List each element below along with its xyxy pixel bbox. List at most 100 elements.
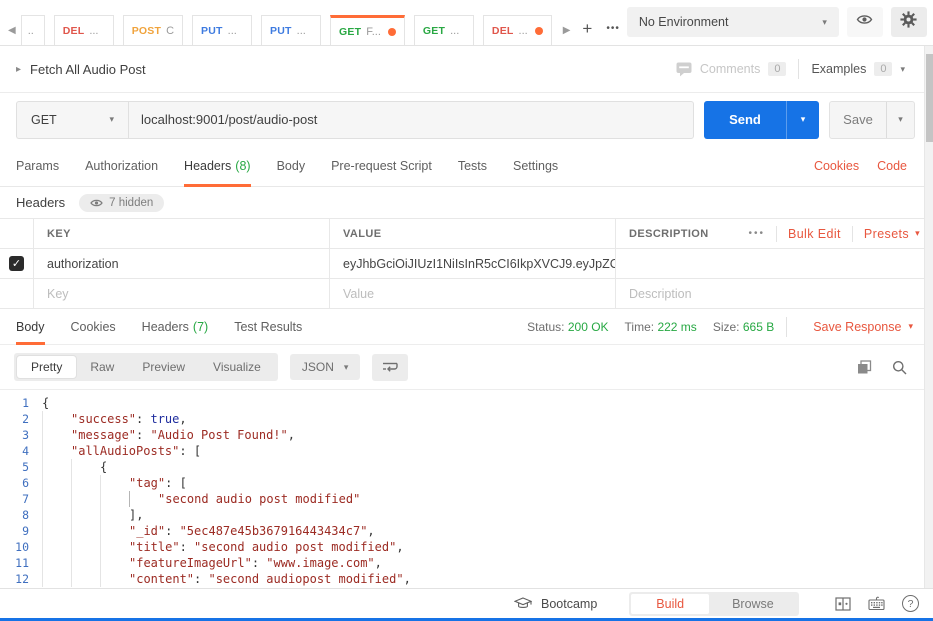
chevron-left-icon[interactable]: ◀ <box>8 25 16 36</box>
tab-pre-request-script[interactable]: Pre-request Script <box>331 146 432 186</box>
bootcamp-label: Bootcamp <box>541 597 597 611</box>
presets-dropdown[interactable]: Presets ▾ <box>864 227 920 241</box>
view-mode-visualize[interactable]: Visualize <box>199 356 275 378</box>
response-tab-test-results[interactable]: Test Results <box>234 309 302 344</box>
bulk-edit-link[interactable]: Bulk Edit <box>788 227 841 241</box>
code-token: { <box>42 395 49 411</box>
code-line: 12"content": "second audiopost modified"… <box>0 571 933 587</box>
format-select[interactable]: JSON ▾ <box>290 354 361 380</box>
save-button[interactable]: Save <box>830 102 886 138</box>
tab-params[interactable]: Params <box>16 146 59 186</box>
postman-app: ◀ .. DEL... POSTC PUT... PUT... GETF... GET..… <box>0 0 933 621</box>
tab-options-button[interactable]: ••• <box>606 23 620 34</box>
open-tabs-strip: ◀ .. DEL... POSTC PUT... PUT... GETF... GET..… <box>6 15 627 45</box>
copy-button[interactable] <box>857 360 872 375</box>
wrap-lines-button[interactable] <box>372 354 408 381</box>
column-header-key: KEY <box>34 219 330 248</box>
tab-tests[interactable]: Tests <box>458 146 487 186</box>
view-mode-raw[interactable]: Raw <box>76 356 128 378</box>
response-tab-headers[interactable]: Headers(7) <box>142 309 209 344</box>
code-link[interactable]: Code <box>877 159 907 173</box>
new-tab-button[interactable]: + <box>582 24 592 34</box>
cookies-link[interactable]: Cookies <box>814 159 859 173</box>
send-button[interactable]: Send <box>704 101 786 139</box>
request-tab-get-f[interactable]: GETF... <box>330 15 405 45</box>
environment-quick-look-button[interactable] <box>847 7 883 37</box>
tab-settings[interactable]: Settings <box>513 146 558 186</box>
request-tab-post-c[interactable]: POSTC <box>123 15 183 45</box>
header-description-cell[interactable] <box>616 249 933 278</box>
build-tab[interactable]: Build <box>631 594 709 614</box>
chevron-right-icon[interactable]: ▶ <box>563 25 571 36</box>
tab-authorization[interactable]: Authorization <box>85 146 158 186</box>
keyboard-shortcuts-button[interactable] <box>868 596 885 611</box>
response-tab-body[interactable]: Body <box>16 309 45 344</box>
browse-tab[interactable]: Browse <box>709 594 797 614</box>
description-placeholder-cell[interactable]: Description <box>616 279 933 308</box>
headers-section-header: Headers 7 hidden <box>0 187 933 218</box>
search-button[interactable] <box>892 360 907 375</box>
environment-controls: No Environment ▾ <box>627 7 927 37</box>
tab-title: C <box>166 25 174 37</box>
tab-label: Body <box>277 159 306 173</box>
indent-guide <box>42 459 71 475</box>
code-line: 10"title": "second audio post modified", <box>0 539 933 555</box>
code-token: , <box>375 555 382 571</box>
examples-dropdown[interactable]: Examples 0 ▾ <box>811 62 905 76</box>
response-body-viewer[interactable]: 1{2"success": true,3"message": "Audio Po… <box>0 390 933 588</box>
code-token: "allAudioPosts" <box>71 443 179 459</box>
code-line: 5{ <box>0 459 933 475</box>
url-input[interactable] <box>128 101 694 139</box>
settings-button[interactable] <box>891 7 927 37</box>
environment-select[interactable]: No Environment ▾ <box>627 7 839 37</box>
two-pane-view-button[interactable] <box>835 597 851 611</box>
bootcamp-button[interactable]: Bootcamp <box>514 597 597 611</box>
request-tab-del[interactable]: DEL... <box>54 15 114 45</box>
indent-guide <box>100 475 129 491</box>
tab-body[interactable]: Body <box>277 146 306 186</box>
eye-icon <box>90 198 103 208</box>
request-tab-put[interactable]: PUT... <box>261 15 321 45</box>
code-token: , <box>179 411 186 427</box>
save-options-button[interactable]: ▾ <box>886 102 914 138</box>
tab-label: Authorization <box>85 159 158 173</box>
checkbox-checked[interactable]: ✓ <box>9 256 24 271</box>
indent-guide <box>42 443 71 459</box>
status-badge: Status: 200 OK <box>527 320 608 334</box>
request-tab-get[interactable]: GET... <box>414 15 474 45</box>
help-button[interactable]: ? <box>902 595 919 612</box>
request-tab-put[interactable]: PUT... <box>192 15 252 45</box>
http-method-select[interactable]: GET ▾ <box>16 101 128 139</box>
code-token: "second audio post modified" <box>194 539 396 555</box>
code-line-content: "title": "second audio post modified", <box>42 539 404 555</box>
time-badge: Time: 222 ms <box>625 320 697 334</box>
main-scrollbar-track[interactable] <box>924 46 933 588</box>
unsaved-dot-icon <box>535 27 543 35</box>
line-number: 4 <box>0 443 42 459</box>
tab-label: Tests <box>458 159 487 173</box>
header-value-cell[interactable]: eyJhbGciOiJIUzI1NiIsInR5cCI6IkpXVCJ9.eyJ… <box>330 249 616 278</box>
code-token: ], <box>129 507 143 523</box>
overflow-tab[interactable]: .. <box>21 15 45 45</box>
disclosure-triangle-icon[interactable]: ▸ <box>16 64 21 75</box>
response-meta: Status: 200 OK Time: 222 ms Size: 665 B … <box>511 309 917 344</box>
indent-guide <box>42 491 71 507</box>
view-mode-preview[interactable]: Preview <box>128 356 199 378</box>
value-placeholder-cell[interactable]: Value <box>330 279 616 308</box>
view-mode-pretty[interactable]: Pretty <box>17 356 76 378</box>
tab-label: Cookies <box>71 320 116 334</box>
save-response-button[interactable]: Save Response ▾ <box>813 320 913 334</box>
main-scrollbar-thumb[interactable] <box>926 54 933 142</box>
comments-count-badge: 0 <box>768 62 786 76</box>
more-options-button[interactable]: ••• <box>748 228 765 239</box>
hidden-headers-toggle[interactable]: 7 hidden <box>79 194 164 212</box>
status-label: Status: <box>527 320 564 334</box>
request-tab-del[interactable]: DEL... <box>483 15 552 45</box>
send-options-button[interactable]: ▾ <box>786 101 819 139</box>
tab-headers[interactable]: Headers(8) <box>184 146 251 186</box>
tab-title: ... <box>297 25 306 37</box>
code-line-content: "message": "Audio Post Found!", <box>42 427 295 443</box>
response-tab-cookies[interactable]: Cookies <box>71 309 116 344</box>
key-placeholder-cell[interactable]: Key <box>34 279 330 308</box>
header-key-cell[interactable]: authorization <box>34 249 330 278</box>
